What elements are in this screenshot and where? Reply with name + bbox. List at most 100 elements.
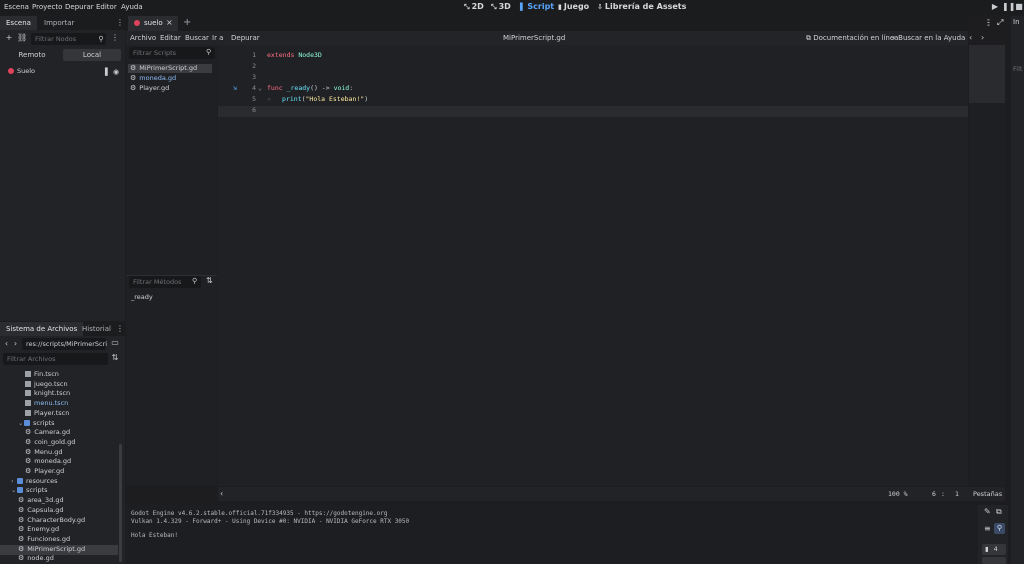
menu-ayuda[interactable]: Ayuda bbox=[121, 3, 143, 11]
file-tree-item[interactable]: ⚙ Capsula.gd bbox=[0, 506, 118, 516]
file-tree-item[interactable]: ⚙ CharacterBody.gd bbox=[0, 516, 118, 526]
warnings-toggle[interactable] bbox=[982, 557, 1006, 564]
back-icon[interactable]: ‹ bbox=[3, 339, 10, 349]
file-tree-item[interactable]: Player.tscn bbox=[0, 409, 118, 419]
methods-filter-input[interactable]: Filtrar Métodos bbox=[129, 276, 201, 288]
message-count-badge[interactable]: ▮ 4 bbox=[982, 544, 1006, 555]
file-tree-item[interactable]: ⚙ coin_gold.gd bbox=[0, 438, 118, 448]
scene-filter-input[interactable]: Filtrar Nodos bbox=[31, 33, 106, 45]
inspector-filter[interactable]: Filt bbox=[1013, 65, 1022, 73]
scene-tabbar: suelo × + ⋮ ⤢ bbox=[126, 16, 1003, 31]
file-tree-item[interactable]: juego.tscn bbox=[0, 380, 118, 390]
workspace-juego[interactable]: ▮ Juego bbox=[558, 2, 589, 11]
scene-tab-suelo[interactable]: suelo × bbox=[128, 16, 178, 31]
file-tree-item[interactable]: ⚙ MiPrimerScript.gd bbox=[0, 544, 118, 555]
menu-editor[interactable]: Editor bbox=[96, 3, 117, 11]
script-toolbar: Archivo Editar Buscar Ir a Depurar MiPri… bbox=[126, 31, 968, 45]
file-tree-item[interactable]: ⚙ node.gd bbox=[0, 554, 118, 564]
sort-icon[interactable]: ⇅ bbox=[206, 276, 213, 285]
play-icon[interactable]: ▶ bbox=[990, 2, 1000, 12]
file-tree-item[interactable]: ⌄ scripts bbox=[0, 419, 118, 429]
script-list-item[interactable]: ⚙ MiPrimerScript.gd bbox=[128, 64, 212, 73]
indent-mode[interactable]: Pestañas bbox=[973, 490, 1002, 498]
file-filter-input[interactable]: Filtrar Archivos bbox=[3, 353, 108, 365]
minimap[interactable] bbox=[969, 45, 1005, 486]
filter-icon[interactable]: ≡ bbox=[984, 524, 991, 533]
close-icon[interactable]: × bbox=[166, 18, 173, 27]
menu-editar[interactable]: Editar bbox=[160, 34, 181, 42]
workspace-2d[interactable]: ⤡ 2D bbox=[464, 2, 484, 12]
tab-historial[interactable]: Historial bbox=[76, 322, 117, 336]
file-tree-item[interactable]: ⚙ Enemy.gd bbox=[0, 525, 118, 535]
pause-icon[interactable]: ❚❚ bbox=[1002, 2, 1015, 12]
minimap-viewport[interactable] bbox=[969, 45, 1005, 103]
add-tab-icon[interactable]: + bbox=[183, 17, 191, 28]
tab-inspector[interactable]: In bbox=[1013, 18, 1020, 26]
file-name: Player.tscn bbox=[34, 408, 70, 417]
menu-archivo[interactable]: Archivo bbox=[130, 34, 156, 42]
fold-icon[interactable]: ⌄ bbox=[258, 84, 262, 92]
path-field[interactable]: res://scripts/MiPrimerScri bbox=[22, 338, 107, 350]
copy-icon[interactable]: ⧉ bbox=[996, 507, 1002, 517]
local-button[interactable]: Local bbox=[63, 49, 121, 61]
file-tree-item[interactable]: ⌄ scripts bbox=[0, 486, 118, 496]
gdscript-icon: ⚙ bbox=[18, 544, 25, 553]
remote-button[interactable]: Remoto bbox=[4, 49, 60, 61]
next-icon[interactable]: › bbox=[981, 33, 984, 42]
file-tree-item[interactable]: knight.tscn bbox=[0, 389, 118, 399]
script-list-item[interactable]: ⚙ Player.gd bbox=[130, 84, 214, 93]
fullscreen-icon[interactable]: ⤢ bbox=[997, 18, 1003, 28]
search-help-button[interactable]: ⌕ Buscar en la Ayuda bbox=[892, 34, 965, 43]
prev-icon[interactable]: ‹ bbox=[969, 33, 972, 42]
file-tree-item[interactable]: ⚙ Player.gd bbox=[0, 467, 118, 477]
forward-icon[interactable]: › bbox=[12, 339, 19, 349]
search-icon: ⚲ bbox=[192, 277, 198, 285]
node-icon bbox=[134, 20, 140, 26]
menu-depurar[interactable]: Depurar bbox=[65, 3, 94, 11]
method-item[interactable]: _ready bbox=[131, 293, 153, 301]
file-tree-item[interactable]: ⚙ Menu.gd bbox=[0, 448, 118, 458]
file-name: moneda.gd bbox=[34, 457, 72, 466]
file-tree-item[interactable]: › resources bbox=[0, 477, 118, 487]
script-attached-icon[interactable]: ▐ bbox=[101, 67, 109, 77]
add-node-icon[interactable]: + bbox=[4, 33, 14, 43]
more-icon[interactable]: ⋮ bbox=[985, 18, 993, 27]
menu-proyecto[interactable]: Proyecto bbox=[32, 3, 62, 11]
collapse-left-icon[interactable]: ‹ bbox=[220, 489, 223, 498]
link-icon[interactable]: ⛓ bbox=[17, 33, 27, 43]
file-tree-item[interactable]: ⚙ moneda.gd bbox=[0, 457, 118, 467]
gdscript-icon: ⚙ bbox=[18, 525, 25, 534]
menu-icon[interactable]: ⋮ bbox=[116, 324, 124, 334]
menu-depurar-script[interactable]: Depurar bbox=[231, 34, 260, 42]
scrollbar[interactable] bbox=[119, 444, 122, 562]
file-tree-item[interactable]: ⚙ area_3d.gd bbox=[0, 496, 118, 506]
file-tree-item[interactable]: ⚙ Funciones.gd bbox=[0, 535, 118, 545]
menu-ir-a[interactable]: Ir a bbox=[212, 34, 223, 42]
scripts-filter-input[interactable]: Filtrar Scripts bbox=[129, 47, 215, 59]
sort-icon[interactable]: ⇅ bbox=[110, 353, 120, 363]
online-docs-button[interactable]: ⧉ Documentación en línea bbox=[806, 34, 898, 43]
file-tree-item[interactable]: ⚙ Camera.gd bbox=[0, 428, 118, 438]
tab-importar[interactable]: Importar bbox=[38, 16, 80, 30]
zoom-level[interactable]: 100 % bbox=[888, 490, 908, 498]
file-tree-item[interactable]: Fin.tscn bbox=[0, 370, 118, 380]
workspace-3d[interactable]: ⤡ 3D bbox=[491, 2, 511, 12]
tab-escena[interactable]: Escena bbox=[0, 16, 37, 30]
visibility-icon[interactable]: ◉ bbox=[112, 67, 120, 77]
menu-icon[interactable]: ⋮ bbox=[116, 18, 124, 28]
script-list-item[interactable]: ⚙ moneda.gd bbox=[130, 74, 214, 83]
tab-sistema-archivos[interactable]: Sistema de Archivos bbox=[0, 322, 84, 336]
split-mode-icon[interactable]: ▭ bbox=[110, 338, 120, 348]
stop-icon[interactable]: ■ bbox=[1014, 2, 1024, 12]
menu-buscar[interactable]: Buscar bbox=[185, 34, 209, 42]
file-tree-item[interactable]: menu.tscn bbox=[0, 399, 118, 409]
clear-icon[interactable]: ✎ bbox=[984, 507, 991, 516]
options-icon[interactable]: ⋮ bbox=[110, 33, 120, 43]
top-menu-bar: Escena Proyecto Depurar Editor Ayuda ⤡ 2D… bbox=[0, 0, 1024, 15]
code-line-2: 2 bbox=[252, 62, 256, 70]
workspace-assetlib[interactable]: ⇩ Librería de Assets bbox=[597, 2, 686, 11]
connection-icon[interactable]: ⇲ bbox=[233, 84, 237, 92]
menu-escena[interactable]: Escena bbox=[4, 3, 29, 11]
search-icon[interactable]: ⚲ bbox=[994, 523, 1005, 534]
workspace-script[interactable]: ▌ Script bbox=[520, 2, 554, 11]
